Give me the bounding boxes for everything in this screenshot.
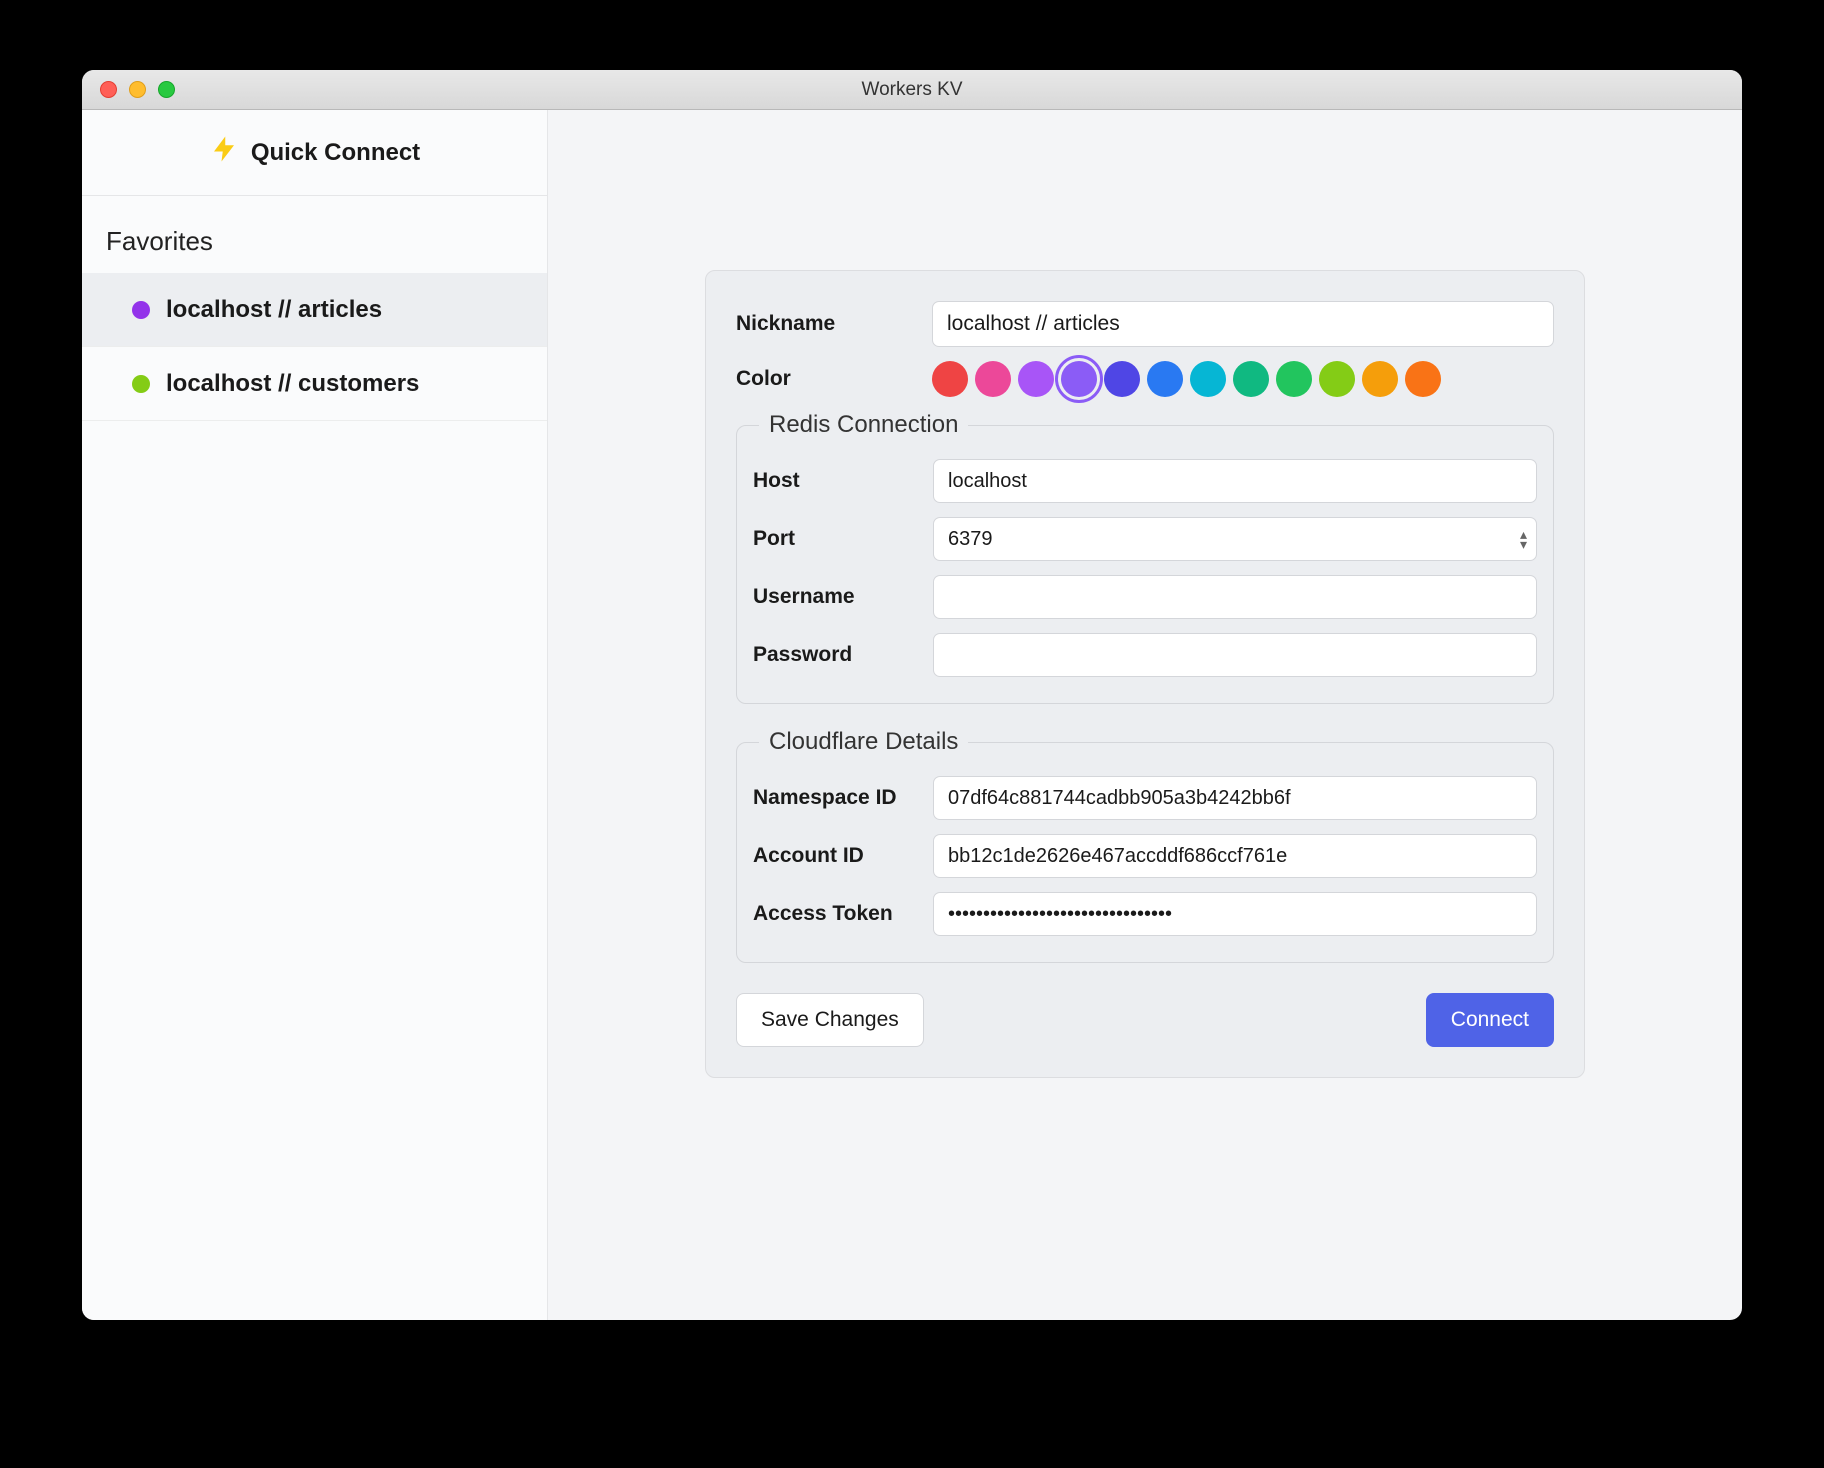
account-input[interactable] — [933, 834, 1537, 878]
sidebar-item[interactable]: localhost // articles — [82, 273, 547, 347]
host-input[interactable] — [933, 459, 1537, 503]
color-dot-icon — [132, 301, 150, 319]
connection-panel: Nickname Color Redis Connection Host Por… — [705, 270, 1585, 1078]
color-swatch[interactable] — [1319, 361, 1355, 397]
color-swatch[interactable] — [1276, 361, 1312, 397]
cloudflare-fieldset: Cloudflare Details Namespace ID Account … — [736, 728, 1554, 963]
password-input[interactable] — [933, 633, 1537, 677]
window-title: Workers KV — [82, 79, 1742, 101]
password-label: Password — [753, 643, 933, 667]
host-label: Host — [753, 469, 933, 493]
username-input[interactable] — [933, 575, 1537, 619]
color-swatch[interactable] — [1190, 361, 1226, 397]
color-swatch[interactable] — [932, 361, 968, 397]
sidebar-item[interactable]: localhost // customers — [82, 347, 547, 421]
color-swatch[interactable] — [1405, 361, 1441, 397]
color-label: Color — [736, 367, 932, 391]
color-swatch[interactable] — [1061, 361, 1097, 397]
favorites-header: Favorites — [82, 196, 547, 273]
save-button[interactable]: Save Changes — [736, 993, 924, 1047]
username-label: Username — [753, 585, 933, 609]
color-swatch[interactable] — [1233, 361, 1269, 397]
traffic-lights — [100, 81, 175, 98]
redis-fieldset: Redis Connection Host Port ▴▾ Username — [736, 411, 1554, 704]
bolt-icon — [209, 134, 239, 171]
account-label: Account ID — [753, 844, 933, 868]
color-swatch[interactable] — [1018, 361, 1054, 397]
namespace-label: Namespace ID — [753, 786, 933, 810]
main-content: Nickname Color Redis Connection Host Por… — [548, 110, 1742, 1320]
redis-legend: Redis Connection — [759, 411, 968, 439]
stepper-icon[interactable]: ▴▾ — [1520, 529, 1527, 549]
cloudflare-legend: Cloudflare Details — [759, 728, 968, 756]
sidebar-item-label: localhost // customers — [166, 370, 419, 398]
port-label: Port — [753, 527, 933, 551]
color-swatch[interactable] — [1147, 361, 1183, 397]
color-swatch[interactable] — [975, 361, 1011, 397]
namespace-input[interactable] — [933, 776, 1537, 820]
token-label: Access Token — [753, 902, 933, 926]
app-window: Workers KV Quick Connect Favorites local… — [82, 70, 1742, 1320]
quick-connect-label: Quick Connect — [251, 139, 420, 167]
sidebar-item-label: localhost // articles — [166, 296, 382, 324]
sidebar: Quick Connect Favorites localhost // art… — [82, 110, 548, 1320]
color-swatch[interactable] — [1362, 361, 1398, 397]
quick-connect-button[interactable]: Quick Connect — [82, 110, 547, 196]
token-input[interactable] — [933, 892, 1537, 936]
color-swatch[interactable] — [1104, 361, 1140, 397]
minimize-icon[interactable] — [129, 81, 146, 98]
titlebar: Workers KV — [82, 70, 1742, 110]
close-icon[interactable] — [100, 81, 117, 98]
connect-button[interactable]: Connect — [1426, 993, 1554, 1047]
zoom-icon[interactable] — [158, 81, 175, 98]
nickname-label: Nickname — [736, 312, 932, 336]
color-swatches — [932, 361, 1441, 397]
color-dot-icon — [132, 375, 150, 393]
port-input[interactable] — [933, 517, 1537, 561]
nickname-input[interactable] — [932, 301, 1554, 347]
